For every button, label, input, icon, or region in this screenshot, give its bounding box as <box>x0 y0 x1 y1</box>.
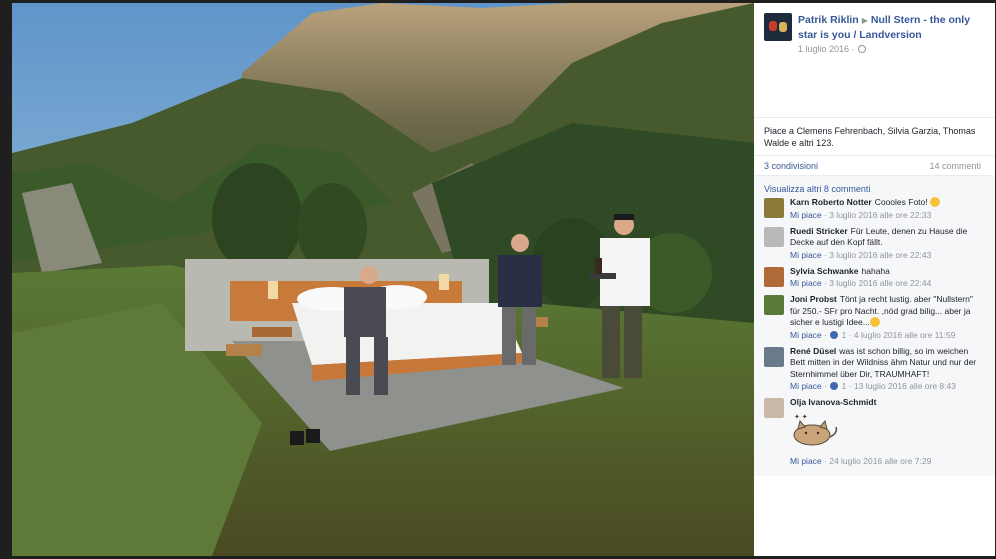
like-link[interactable]: Mi piace <box>790 278 822 288</box>
author-avatar[interactable] <box>764 13 792 41</box>
comment-time[interactable]: · 13 luglio 2016 alle ore 8:43 <box>849 381 956 391</box>
comment-text: Coooles Foto! <box>874 197 928 207</box>
like-link[interactable]: Mi piace <box>790 456 822 466</box>
comment-time[interactable]: · 24 luglio 2016 alle ore 7:29 <box>824 456 931 466</box>
shares-link[interactable]: 3 condivisioni <box>764 161 818 171</box>
commenter-avatar[interactable] <box>764 226 784 247</box>
comment-item: Sylvia Schwanke hahaha Mi piace · 3 lugli… <box>764 265 985 288</box>
shares-row: 3 condivisioni 14 commenti <box>754 156 991 176</box>
comment-item: Joni Probst Tönt ja recht lustig. aber "N… <box>764 294 985 340</box>
author-link[interactable]: Patrik Riklin <box>798 14 859 26</box>
likes-summary: Piace a Clemens Fehrenbach, Silvia Garzi… <box>754 118 995 156</box>
comment-item: René Düsel was ist schon billig, so im we… <box>764 346 985 391</box>
svg-text:✦ ✦: ✦ ✦ <box>794 413 808 421</box>
comment-time[interactable]: · 3 luglio 2016 alle ore 22:33 <box>824 210 931 220</box>
comment-item: Olja Ivanova-Schmidt ✦ ✦ Mi piace · 24 l… <box>764 397 985 466</box>
commenter-avatar[interactable] <box>764 295 784 315</box>
smiley-icon <box>869 317 880 327</box>
like-link[interactable]: Mi piace <box>790 250 822 260</box>
commenter-name[interactable]: Sylvia Schwanke <box>790 266 859 276</box>
commenter-avatar[interactable] <box>764 198 784 218</box>
like-link[interactable]: Mi piace <box>790 330 822 340</box>
commenter-name[interactable]: Karn Roberto Notter <box>790 197 872 207</box>
comment-item: Ruedi Stricker Für Leute, denen zu Hause … <box>764 226 985 260</box>
commenter-name[interactable]: René Düsel <box>790 346 836 356</box>
photo-viewer: Patrik Riklin ▶ Null Stern - the only star… <box>0 0 996 559</box>
comment-text: hahaha <box>861 265 890 276</box>
post-header: Patrik Riklin ▶ Null Stern - the only star… <box>754 3 995 118</box>
comment-time[interactable]: · 3 luglio 2016 alle ore 22:44 <box>824 278 931 288</box>
globe-icon <box>857 45 866 53</box>
arrow-right-icon: ▶ <box>861 16 868 25</box>
post-sidebar: Patrik Riklin ▶ Null Stern - the only star… <box>754 3 995 556</box>
commenter-avatar[interactable] <box>764 398 784 418</box>
post-photo[interactable] <box>12 3 754 556</box>
commenter-name[interactable]: Olja Ivanova-Schmidt <box>790 397 876 407</box>
comments-count[interactable]: 14 commenti <box>929 161 981 171</box>
commenter-avatar[interactable] <box>764 346 784 367</box>
photo-scene <box>12 3 754 556</box>
like-link[interactable]: Mi piace <box>790 210 822 220</box>
commenter-name[interactable]: Ruedi Stricker <box>790 226 848 236</box>
post-date[interactable]: 1 luglio 2016 · <box>798 44 855 54</box>
cat-sticker-icon: ✦ ✦ <box>793 413 838 445</box>
comment-time[interactable]: · 4 luglio 2016 alle ore 11:59 <box>849 330 956 340</box>
comment-time[interactable]: · 3 luglio 2016 alle ore 22:43 <box>824 250 931 260</box>
view-more-comments[interactable]: Visualizza altri 8 commenti <box>764 180 985 197</box>
reaction-count[interactable]: 1 <box>842 330 847 340</box>
likes-text[interactable]: Piace a Clemens Fehrenbach, Silvia Garzi… <box>764 126 975 148</box>
reaction-count[interactable]: 1 <box>842 381 847 391</box>
post-date-line: 1 luglio 2016 · <box>798 44 985 54</box>
comment-item: Karn Roberto Notter Coooles Foto! Mi piac… <box>764 197 985 220</box>
like-reaction-icon <box>830 330 839 339</box>
commenter-name[interactable]: Joni Probst <box>790 294 837 304</box>
smiley-icon <box>930 197 940 207</box>
post-title: Patrik Riklin ▶ Null Stern - the only star… <box>798 13 985 42</box>
commenter-avatar[interactable] <box>764 266 784 287</box>
like-reaction-icon <box>830 382 839 390</box>
comments-section: Visualizza altri 8 commenti Karn Roberto… <box>754 176 995 476</box>
like-link[interactable]: Mi piace <box>790 381 822 391</box>
